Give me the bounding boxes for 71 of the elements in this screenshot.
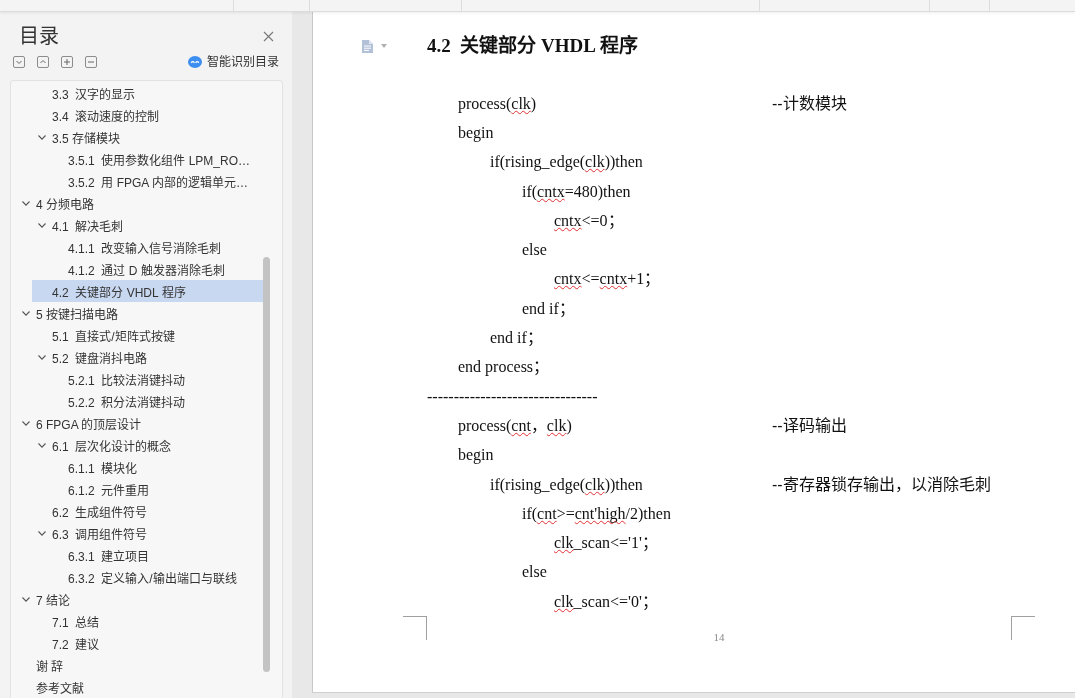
toc-item[interactable]: 6.1.1 模块化: [48, 456, 263, 478]
section-heading: 4.2 关键部分 VHDL 程序: [427, 34, 638, 58]
smart-toc-link[interactable]: 智能识别目录: [188, 55, 279, 69]
chevron-down-icon[interactable]: [38, 530, 46, 536]
plus-icon[interactable]: [61, 56, 73, 68]
toc-item[interactable]: 4.1.2 通过 D 触发器消除毛刺: [48, 258, 263, 280]
chevron-down-icon[interactable]: [38, 222, 46, 228]
toc-item[interactable]: 6.1 层次化设计的概念: [32, 434, 263, 456]
page-number: 14: [713, 630, 725, 645]
code-line: if(rising_edge(clk))then: [490, 474, 643, 496]
code-line: end if；: [522, 298, 575, 319]
code-line: else: [522, 240, 547, 261]
chevron-down-icon[interactable]: [22, 596, 30, 602]
toc-item[interactable]: 5 按键扫描电路: [16, 302, 263, 324]
code-line: process(cnt，clk): [458, 415, 572, 437]
toc-item[interactable]: 4.1 解决毛刺: [32, 214, 263, 236]
code-line: cntx<=cntx+1；: [554, 269, 661, 290]
toc-item[interactable]: 7.2 建议: [32, 632, 263, 654]
chevron-down-icon[interactable]: [38, 354, 46, 360]
code-line: begin: [458, 122, 494, 144]
toc-item[interactable]: 参考文献: [16, 676, 263, 698]
toc-item[interactable]: 6.1.2 元件重用: [48, 478, 263, 500]
smile-bubble-icon: [188, 56, 202, 68]
toc-item[interactable]: 3.4 滚动速度的控制: [32, 104, 263, 126]
code-comment: --计数模块: [772, 93, 847, 114]
toc-item[interactable]: 6.3.1 建立项目: [48, 544, 263, 566]
code-line: end if；: [490, 328, 543, 348]
separator-text: --------------------------------: [427, 386, 598, 407]
chevron-down-icon[interactable]: [38, 134, 46, 140]
chevron-down-icon[interactable]: [38, 442, 46, 448]
toc-item[interactable]: 谢 辞: [16, 654, 263, 676]
toc-item[interactable]: 5.1 直接式/矩阵式按键: [32, 324, 263, 346]
toc-item[interactable]: 6.3.2 定义输入/输出端口与联线: [48, 566, 263, 588]
chevron-down-icon[interactable]: [22, 200, 30, 206]
code-line: cntx<=0；: [554, 210, 624, 231]
code-line: if(cntx=480)then: [522, 181, 631, 203]
toc-item[interactable]: 4.1.1 改变输入信号消除毛刺: [48, 236, 263, 258]
toc-item[interactable]: 3.3 汉字的显示: [32, 82, 263, 104]
toc-item[interactable]: 6.2 生成组件符号: [32, 500, 263, 522]
toc-item[interactable]: 7 结论: [16, 588, 263, 610]
corner-mark-icon: [403, 616, 427, 641]
toc-item[interactable]: 4 分频电路: [16, 192, 263, 214]
toc-item[interactable]: 4.2 关键部分 VHDL 程序: [32, 280, 263, 302]
toc-item[interactable]: 6 FPGA 的顶层设计: [16, 412, 263, 434]
chevron-down-icon[interactable]: [13, 56, 25, 68]
sidebar-title: 目录: [19, 24, 59, 48]
code-line: begin: [458, 445, 494, 466]
toc-item[interactable]: 5.2.2 积分法消键抖动: [48, 390, 263, 412]
chevron-up-icon[interactable]: [37, 56, 49, 68]
code-comment: --译码输出: [772, 415, 847, 436]
code-line: clk_scan<='0'；: [554, 591, 658, 612]
chevron-down-icon[interactable]: [22, 310, 30, 316]
toc-item[interactable]: 7.1 总结: [32, 610, 263, 632]
close-icon[interactable]: [263, 30, 274, 42]
code-comment: --寄存器锁存输出，以消除毛刺: [772, 474, 991, 495]
code-line: clk_scan<='1'；: [554, 533, 658, 554]
toc-item[interactable]: 3.5.1 使用参数化组件 LPM_RO…: [48, 148, 263, 170]
toc-item[interactable]: 3.5 存储模块: [32, 126, 263, 148]
toc-item[interactable]: 5.2 键盘消抖电路: [32, 346, 263, 368]
corner-mark-icon: [1011, 616, 1035, 641]
toc-item[interactable]: 5.2.1 比较法消键抖动: [48, 368, 263, 390]
code-line: else: [522, 562, 547, 583]
code-line: end process；: [458, 357, 550, 378]
toc-item[interactable]: 3.5.2 用 FPGA 内部的逻辑单元…: [48, 170, 263, 192]
chevron-down-icon[interactable]: [22, 420, 30, 426]
code-line: if(rising_edge(clk))then: [490, 152, 643, 173]
toc-item[interactable]: 6.3 调用组件符号: [32, 522, 263, 544]
minus-icon[interactable]: [85, 56, 97, 68]
code-line: if(cnt>=cnt'high/2)then: [522, 503, 671, 525]
scrollbar-thumb[interactable]: [263, 257, 270, 672]
code-line: process(clk): [458, 93, 537, 115]
